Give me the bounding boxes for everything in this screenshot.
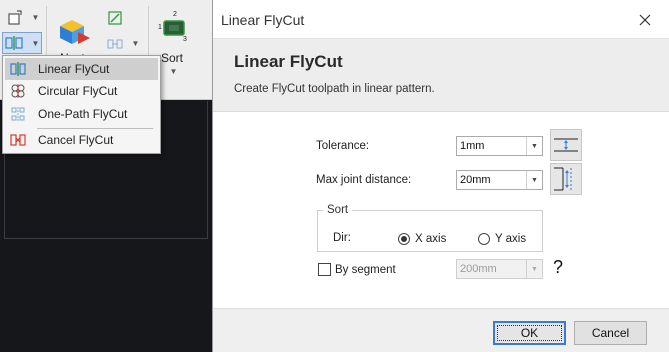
chevron-down-icon[interactable]: ▼ bbox=[526, 137, 542, 155]
by-segment-checkbox[interactable] bbox=[318, 263, 331, 276]
linear-flycut-dialog: Linear FlyCut Linear FlyCut Create FlyCu… bbox=[212, 0, 669, 352]
dir-label: Dir: bbox=[333, 232, 351, 244]
tolerance-value: 1mm bbox=[460, 140, 485, 152]
menu-item-one-path-flycut[interactable]: One-Path FlyCut bbox=[5, 103, 158, 125]
x-axis-radio[interactable] bbox=[398, 233, 410, 245]
cancel-button-label: Cancel bbox=[591, 326, 630, 340]
tolerance-select[interactable]: 1mm ▼ bbox=[456, 136, 543, 156]
menu-item-label: Cancel FlyCut bbox=[38, 133, 114, 147]
dialog-description: Create FlyCut toolpath in linear pattern… bbox=[234, 83, 435, 95]
select-icon[interactable] bbox=[6, 9, 24, 27]
close-icon[interactable] bbox=[635, 10, 655, 30]
dialog-footer: OK Cancel bbox=[213, 308, 669, 352]
dialog-header: Linear FlyCut Create FlyCut toolpath in … bbox=[213, 38, 669, 112]
chevron-down-icon[interactable]: ▼ bbox=[526, 171, 542, 189]
menu-item-circular-flycut[interactable]: Circular FlyCut bbox=[5, 80, 158, 102]
ok-button[interactable]: OK bbox=[493, 321, 566, 345]
sort-label: Sort bbox=[161, 51, 184, 65]
focus-ring bbox=[497, 325, 562, 341]
menu-item-label: Circular FlyCut bbox=[38, 84, 118, 98]
linear-flycut-icon bbox=[9, 60, 27, 78]
y-axis-label[interactable]: Y axis bbox=[495, 233, 526, 245]
sort-dropdown-caret[interactable]: ▼ bbox=[169, 67, 178, 76]
max-joint-distance-select[interactable]: 20mm ▼ bbox=[456, 170, 543, 190]
max-joint-distance-label: Max joint distance: bbox=[316, 174, 412, 186]
app-workspace: ▼ ▼ Nest ▼ bbox=[0, 0, 212, 352]
flycut-icon[interactable] bbox=[5, 34, 23, 52]
sort-icon-number-top: 2 bbox=[173, 11, 177, 18]
cancel-button[interactable]: Cancel bbox=[574, 321, 647, 345]
nest-icon[interactable] bbox=[56, 14, 92, 48]
select-dropdown-caret[interactable]: ▼ bbox=[31, 13, 40, 22]
flycut-dropdown-caret[interactable]: ▼ bbox=[31, 39, 40, 48]
sort-group-legend: Sort bbox=[323, 204, 353, 216]
dialog-titlebar[interactable]: Linear FlyCut bbox=[213, 0, 669, 38]
menu-item-linear-flycut[interactable]: Linear FlyCut bbox=[5, 58, 158, 80]
menu-item-cancel-flycut[interactable]: Cancel FlyCut bbox=[5, 129, 158, 151]
sort-icon-number-right: 3 bbox=[183, 36, 187, 43]
one-path-flycut-icon bbox=[9, 105, 27, 123]
tolerance-diagram-icon bbox=[550, 129, 582, 161]
segment-length-value: 200mm bbox=[460, 263, 497, 275]
circular-flycut-icon bbox=[9, 82, 27, 100]
array-icon[interactable] bbox=[106, 35, 124, 53]
tolerance-label: Tolerance: bbox=[316, 140, 370, 152]
max-joint-distance-value: 20mm bbox=[460, 174, 491, 186]
y-axis-radio[interactable] bbox=[478, 233, 490, 245]
sort-groupbox bbox=[317, 210, 543, 252]
cancel-flycut-icon bbox=[9, 131, 27, 149]
array-dropdown-caret[interactable]: ▼ bbox=[131, 39, 140, 48]
chevron-down-icon: ▼ bbox=[526, 260, 542, 278]
menu-item-label: Linear FlyCut bbox=[38, 62, 110, 76]
help-icon[interactable]: ? bbox=[553, 257, 563, 278]
dialog-body: Tolerance: 1mm ▼ Max joint distance: 20m… bbox=[213, 113, 669, 308]
by-segment-label[interactable]: By segment bbox=[335, 264, 396, 276]
menu-item-label: One-Path FlyCut bbox=[38, 107, 128, 121]
max-joint-diagram-icon bbox=[550, 163, 582, 195]
dialog-heading: Linear FlyCut bbox=[234, 52, 343, 71]
segment-length-select: 200mm ▼ bbox=[456, 259, 543, 279]
sort-icon-number-left: 1 bbox=[158, 24, 162, 31]
x-axis-label[interactable]: X axis bbox=[415, 233, 446, 245]
bridge-icon[interactable] bbox=[106, 9, 124, 27]
flycut-dropdown-menu: Linear FlyCut Circular FlyCut One-Path F… bbox=[2, 55, 161, 154]
dialog-window-title: Linear FlyCut bbox=[221, 12, 305, 28]
